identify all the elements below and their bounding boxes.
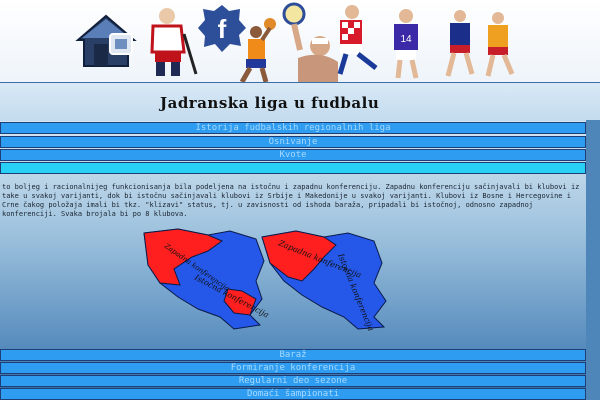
left-map: Zapadna konferencija Istočna konferencij… [143, 228, 271, 330]
svg-text:14: 14 [400, 34, 412, 45]
sports-banner: f 14 [0, 0, 600, 83]
scrollbar[interactable] [586, 120, 600, 400]
menu-item-active[interactable] [0, 162, 586, 174]
football-player-icon [337, 5, 378, 75]
menu-item-kvote[interactable]: Kvote [0, 149, 586, 161]
basketball-player-icon [239, 18, 276, 82]
conference-map: Zapadna konferencija Istočna konferencij… [143, 228, 387, 331]
content-paragraph: to boljeg i racionalnijeg funkcionisanja… [2, 183, 580, 218]
volleyball-player-icon: 14 [394, 9, 419, 79]
menu-item-regularni[interactable]: Regularni deo sezone [0, 375, 586, 387]
handball-player-icon [445, 10, 515, 77]
menu-item-istorija[interactable]: Istorija fudbalskih regionalnih liga [0, 122, 586, 134]
menu-item-domaci[interactable]: Domaći šampionati [0, 388, 586, 400]
right-map: Zapadna konferencija Istočna konferencij… [261, 230, 387, 331]
menu-item-baraz[interactable]: Baraž [0, 349, 586, 361]
home-icon[interactable] [72, 10, 140, 70]
menu-item-osnivanje[interactable]: Osnivanje [0, 136, 586, 148]
hockey-player-icon [150, 8, 198, 76]
menu-item-formiranje[interactable]: Formiranje konferencija [0, 362, 586, 374]
page-title: Jadranska liga u fudbalu [160, 94, 380, 112]
